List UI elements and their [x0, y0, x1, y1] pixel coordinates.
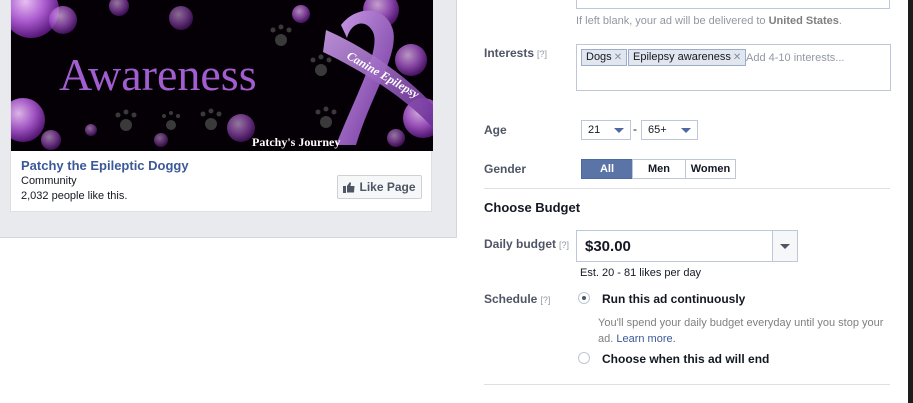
section-divider: [484, 384, 890, 385]
ad-image-title: Awareness: [59, 49, 257, 100]
interests-help-icon[interactable]: [?]: [537, 49, 547, 59]
gender-all-button[interactable]: All: [581, 159, 633, 179]
page-name-link[interactable]: Patchy the Epileptic Doggy: [21, 158, 189, 173]
budget-estimate: Est. 20 - 81 likes per day: [580, 267, 702, 279]
choose-end-label[interactable]: Choose when this ad will end: [602, 352, 769, 366]
choose-end-radio[interactable]: [578, 352, 590, 364]
interests-input[interactable]: Dogs ✕ Epilepsy awareness ✕ Add 4-10 inter…: [576, 44, 891, 91]
interests-placeholder: Add 4-10 interests...: [746, 52, 845, 64]
daily-budget-help-icon[interactable]: [?]: [559, 240, 569, 250]
interest-token: Epilepsy awareness ✕: [628, 49, 747, 66]
daily-budget-dropdown[interactable]: [772, 231, 797, 261]
ad-image: Canine Epilepsy Awareness Patchy's Journ…: [11, 0, 433, 151]
like-page-label: Like Page: [359, 180, 416, 194]
scrollbar[interactable]: [908, 0, 913, 403]
schedule-help-icon[interactable]: [?]: [540, 295, 550, 305]
ad-image-caption: Patchy's Journey: [252, 135, 340, 149]
page-type: Community: [21, 175, 77, 187]
gender-label: Gender: [484, 162, 527, 176]
ad-preview-card: Canine Epilepsy Awareness Patchy's Journ…: [10, 0, 433, 212]
interests-label: Interests [?]: [484, 46, 548, 60]
location-input[interactable]: [576, 0, 890, 9]
gender-men-button[interactable]: Men: [632, 159, 686, 179]
thumbs-up-icon: [343, 181, 355, 193]
ad-preview-panel: Canine Epilepsy Awareness Patchy's Journ…: [0, 0, 457, 238]
interest-token: Dogs ✕: [581, 49, 628, 66]
choose-budget-title: Choose Budget: [484, 200, 581, 215]
remove-token-icon[interactable]: ✕: [733, 52, 741, 63]
chevron-down-icon: [681, 128, 691, 133]
daily-budget-label: Daily budget [?]: [484, 237, 570, 251]
schedule-label: Schedule [?]: [484, 292, 551, 306]
location-hint: If left blank, your ad will be delivered…: [576, 15, 842, 27]
run-continuously-label[interactable]: Run this ad continuously: [602, 292, 745, 306]
chevron-down-icon: [780, 244, 790, 249]
like-page-button[interactable]: Like Page: [337, 175, 422, 199]
daily-budget-input[interactable]: $30.00: [576, 230, 798, 262]
remove-token-icon[interactable]: ✕: [614, 52, 622, 63]
age-separator: -: [633, 122, 637, 136]
run-continuously-radio[interactable]: [578, 292, 590, 304]
learn-more-link[interactable]: Learn more.: [616, 333, 675, 345]
age-max-select[interactable]: 65+: [641, 120, 698, 140]
section-divider: [484, 188, 890, 189]
chevron-down-icon: [614, 128, 624, 133]
age-min-select[interactable]: 21: [581, 120, 631, 140]
gender-selector: All Men Women: [581, 159, 736, 179]
gender-women-button[interactable]: Women: [685, 159, 736, 179]
schedule-description: You'll spend your daily budget everyday …: [598, 317, 884, 345]
page-likes: 2,032 people like this.: [21, 190, 128, 202]
age-label: Age: [484, 123, 507, 137]
daily-budget-value: $30.00: [585, 238, 631, 255]
location-country: United States: [768, 15, 839, 27]
